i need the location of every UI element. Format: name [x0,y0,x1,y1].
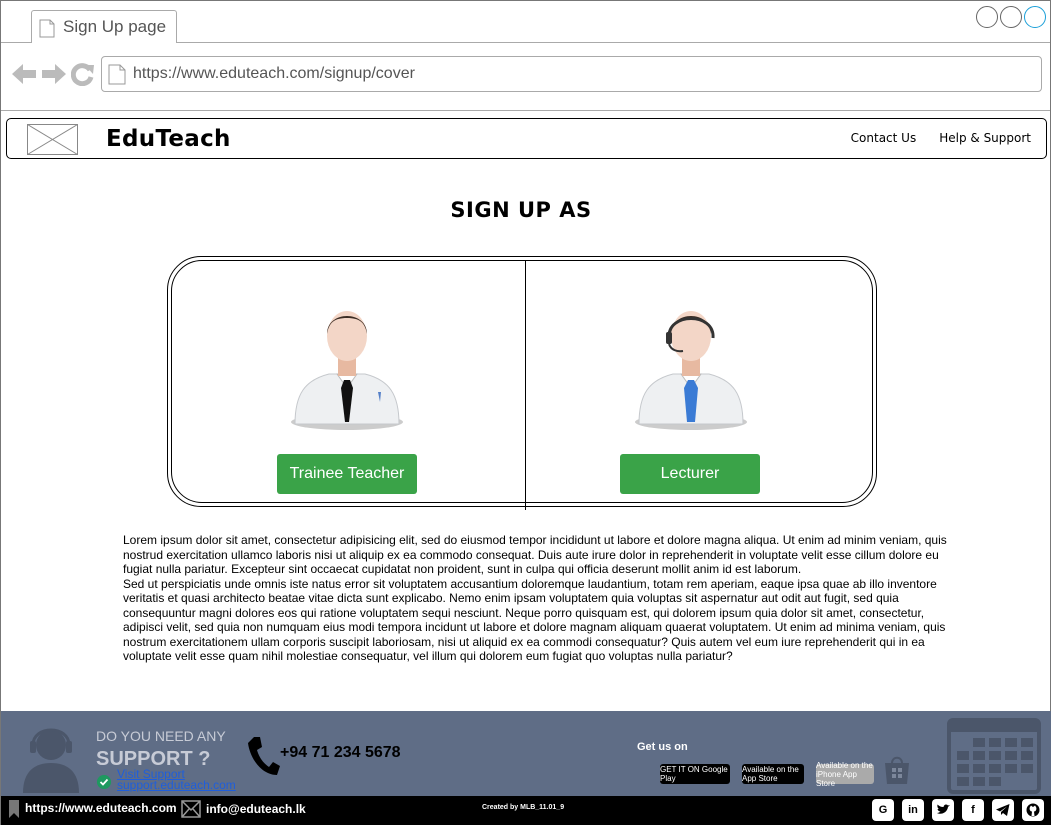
forward-arrow-icon[interactable] [41,62,67,86]
tab-title: Sign Up page [63,17,167,36]
windows-store-icon[interactable] [883,755,911,785]
page-icon [39,19,55,38]
browser-window: Sign Up page https://www.eduteach.com/si… [0,0,1051,825]
site-url[interactable]: https://www.eduteach.com [25,801,177,815]
reload-icon[interactable] [71,62,95,86]
calendar-icon [947,718,1041,794]
footer: DO YOU NEED ANY SUPPORT ? Visit Support … [1,711,1051,796]
paragraph: Lorem ipsum dolor sit amet, consectetur … [123,533,947,576]
url-text: https://www.eduteach.com/signup/cover [133,65,415,82]
paragraph: Sed ut perspiciatis unde omnis iste natu… [123,576,946,664]
google-play-badge[interactable]: GET IT ON Google Play [660,764,730,784]
bookmark-icon [9,800,19,818]
role-selection-panel: Trainee Teacher Lecturer [167,256,877,510]
page-title: SIGN UP AS [450,198,592,222]
browser-tab[interactable]: Sign Up page [31,10,177,43]
header-links: Contact Us Help & Support [851,131,1031,145]
bottom-bar: https://www.eduteach.com info@eduteach.l… [1,796,1051,825]
get-us-on-label: Get us on [637,741,688,753]
maximize-button[interactable] [1000,6,1022,28]
contact-us-link[interactable]: Contact Us [851,131,917,145]
phone-number[interactable]: +94 71 234 5678 [280,744,401,762]
trainee-teacher-avatar-icon [291,311,403,430]
credit-text: Created by MLB_11.01_9 [482,804,565,811]
social-links: G in f [872,799,1044,821]
mail-icon [181,800,201,818]
contact-email[interactable]: info@eduteach.lk [206,802,306,816]
phone-icon [248,737,280,775]
github-icon[interactable] [1022,799,1044,821]
google-icon[interactable]: G [872,799,894,821]
visit-support-url: support.eduteach.com [117,778,236,792]
support-agent-icon [23,728,79,793]
description-text: Lorem ipsum dolor sit amet, consectetur … [123,533,953,664]
lecturer-avatar-icon [635,311,747,430]
iphone-app-store-badge[interactable]: Available on the iPhone App Store [816,761,874,788]
support-question-line1: DO YOU NEED ANY [96,728,226,744]
tab-bar: Sign Up page [1,1,1050,43]
lecturer-button[interactable]: Lecturer [620,454,760,494]
back-arrow-icon[interactable] [11,62,37,86]
window-controls [976,6,1046,28]
nav-buttons [11,62,95,86]
trainee-teacher-button[interactable]: Trainee Teacher [277,454,417,494]
check-circle-icon [97,775,111,789]
site-header: EduTeach Contact Us Help & Support [6,118,1047,159]
role-panel-inner: Trainee Teacher Lecturer [171,260,873,510]
brand-name[interactable]: EduTeach [106,126,231,152]
help-support-link[interactable]: Help & Support [939,131,1031,145]
facebook-icon[interactable]: f [962,799,984,821]
close-button[interactable] [1024,6,1046,28]
app-store-badge[interactable]: Available on the App Store [742,764,804,784]
page-icon [108,64,126,85]
browser-toolbar: https://www.eduteach.com/signup/cover [1,43,1050,111]
divider [525,261,526,510]
twitter-icon[interactable] [932,799,954,821]
visit-support-link[interactable]: Visit Support support.eduteach.com [117,768,236,792]
linkedin-icon[interactable]: in [902,799,924,821]
minimize-button[interactable] [976,6,998,28]
telegram-icon[interactable] [992,799,1014,821]
logo-placeholder-icon [27,124,78,155]
address-bar[interactable]: https://www.eduteach.com/signup/cover [101,56,1042,92]
